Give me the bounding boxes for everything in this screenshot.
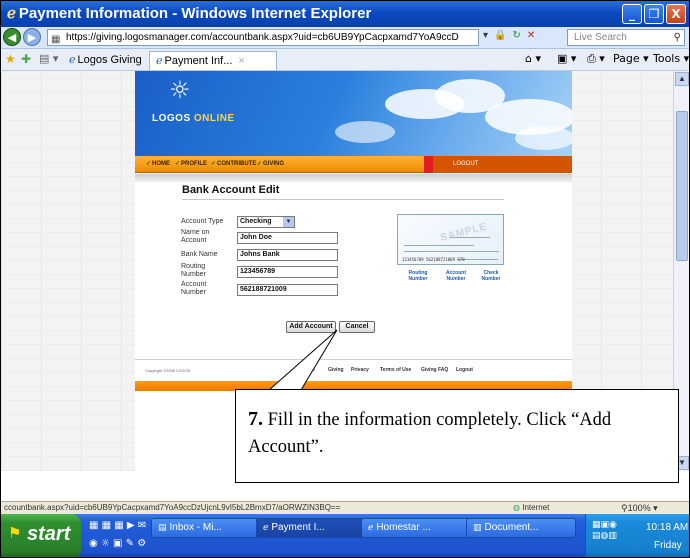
menu-accent — [424, 156, 433, 173]
divider-strip — [135, 174, 572, 182]
window-title: ℯ Payment Information - Windows Internet … — [7, 5, 372, 22]
refresh-icon[interactable]: ↻ — [512, 30, 520, 41]
ie-tab-icon: ℯ — [156, 55, 163, 67]
divider — [182, 199, 504, 200]
check-icon: ✓ — [211, 161, 217, 167]
print-icon[interactable]: ⎙ ▾ — [587, 52, 605, 66]
taskbar: ⚑ start ▦ ▦ ▦ ▶ ✉ ◉ ☼ ▣ ✎ ⚙ ▤ Inbox - Mi.… — [1, 514, 689, 557]
ie-logo-icon: ℯ — [7, 5, 16, 22]
page-icon: ▦ — [51, 34, 61, 45]
close-button[interactable]: X — [666, 4, 686, 24]
tools-menu[interactable]: Tools ▾ — [653, 52, 689, 65]
quick-launch-icons[interactable]: ▦ ▦ ▦ ▶ ✉ — [89, 520, 146, 531]
tab-logos-giving[interactable]: ℯ Logos Giving — [63, 51, 148, 70]
name-on-account-field[interactable]: John Doe — [237, 232, 338, 244]
task-homestar[interactable]: ℯ Homestar ... — [361, 518, 471, 538]
ie-icon: ℯ — [368, 523, 374, 533]
address-bar: ◀ ▶ ▦ https://giving.logosmanager.com/ac… — [1, 27, 689, 49]
scroll-thumb[interactable] — [676, 111, 688, 261]
add-favorites-icon[interactable]: ✚ — [21, 52, 31, 66]
menu-profile[interactable]: ✓PROFILE — [175, 160, 207, 167]
quick-launch-icons-2[interactable]: ◉ ☼ ▣ ✎ ⚙ — [89, 538, 146, 549]
sun-logo-icon: ☼ — [169, 76, 191, 104]
routing-label: Routing Number — [408, 270, 428, 282]
footer-link-giving[interactable]: Giving — [328, 367, 344, 373]
window-title-bar[interactable]: ℯ Payment Information - Windows Internet … — [1, 1, 689, 27]
zoom-control[interactable]: ⚲100% ▾ — [621, 503, 658, 514]
forward-arrow-icon[interactable]: ▶ — [23, 28, 41, 46]
menu-contribute[interactable]: ✓CONTRIBUTE — [211, 160, 256, 167]
bank-name-field[interactable]: Johns Bank — [237, 249, 338, 261]
footer-link-contribute[interactable]: ribute — [301, 367, 315, 373]
site-logo[interactable]: LOGOS ONLINE — [152, 113, 235, 124]
task-document[interactable]: ▥ Document... — [466, 518, 576, 538]
check-icon: ✓ — [257, 161, 263, 167]
footer-link-logout[interactable]: Logout — [456, 367, 473, 373]
check-number-label: Check Number — [481, 270, 501, 282]
tab-close-icon[interactable]: × — [238, 55, 244, 67]
globe-icon: ◍ — [513, 503, 520, 512]
instruction-callout: 7. Fill in the information completely. C… — [235, 389, 679, 483]
status-url: ccountbank.aspx?uid=cb6UB9YpCacpxamd7YoA… — [4, 503, 341, 512]
section-title: Bank Account Edit — [182, 184, 280, 196]
favorites-star-icon[interactable]: ★ — [5, 52, 16, 66]
word-icon: ▥ — [473, 523, 482, 533]
sample-check-image: SAMPLE 123456789 562188721009 678 — [397, 214, 504, 265]
dropdown-arrow-icon[interactable]: ▾ — [483, 30, 488, 41]
site-menu-bar: ✓HOME ✓PROFILE ✓CONTRIBUTE ✓GIVING LOGOU… — [135, 156, 572, 173]
chevron-down-icon[interactable]: ▼ — [283, 217, 294, 227]
security-zone: ◍ Internet — [513, 503, 550, 512]
minimize-button[interactable]: _ — [622, 4, 642, 24]
status-bar: ccountbank.aspx?uid=cb6UB9YpCacpxamd7YoA… — [1, 501, 689, 514]
footer-link-privacy[interactable]: Privacy — [351, 367, 369, 373]
site-banner: ☼ LOGOS ONLINE — [135, 71, 572, 156]
footer-divider — [135, 359, 572, 360]
tab-bar: ★ ✚ ▤ ▾ ℯ Logos Giving ℯ Payment Inf... × ⌂… — [1, 49, 689, 71]
scroll-up-icon[interactable]: ▲ — [675, 72, 689, 86]
cancel-button[interactable]: Cancel — [339, 321, 375, 333]
outlook-icon: ▤ — [158, 523, 167, 533]
copyright-text: Copyright ©2006 LOGOS — [145, 368, 191, 373]
task-inbox[interactable]: ▤ Inbox - Mi... — [151, 518, 261, 538]
back-arrow-icon[interactable]: ◀ — [3, 28, 21, 46]
system-tray: ▦▣◉ ▤◍▥ 10:18 AM Friday — [585, 514, 689, 557]
clock-time: 10:18 AM — [646, 522, 689, 533]
page-menu[interactable]: Page ▾ — [613, 52, 649, 65]
start-button[interactable]: ⚑ start — [1, 514, 81, 557]
search-icon[interactable]: ⚲ — [674, 30, 681, 45]
tray-icons[interactable]: ▦▣◉ ▤◍▥ — [592, 520, 617, 542]
account-type-select[interactable]: Checking ▼ — [237, 216, 295, 228]
screenshot-frame: ℯ Payment Information - Windows Internet … — [0, 0, 690, 558]
ie-icon: ℯ — [263, 523, 269, 533]
task-payment[interactable]: ℯ Payment I... — [256, 518, 366, 538]
check-icon: ✓ — [146, 161, 152, 167]
account-number-field[interactable]: 562188721009 — [237, 284, 338, 296]
zoom-icon: ⚲ — [621, 503, 628, 513]
url-input[interactable]: ▦ https://giving.logosmanager.com/accoun… — [47, 29, 479, 46]
logout-button[interactable]: LOGOUT — [433, 156, 572, 173]
footer-link-faq[interactable]: Giving FAQ — [421, 367, 448, 373]
menu-home[interactable]: ✓HOME — [146, 160, 170, 167]
restore-button[interactable]: ❐ — [644, 4, 664, 24]
instruction-text: 7. Fill in the information completely. C… — [248, 408, 612, 457]
ie-tab-icon: ℯ — [69, 54, 76, 66]
add-account-button[interactable]: Add Account — [286, 321, 336, 333]
routing-number-field[interactable]: 123456789 — [237, 266, 338, 278]
lock-icon[interactable]: 🔒 — [494, 30, 506, 41]
windows-flag-icon: ⚑ — [8, 524, 22, 542]
search-input[interactable]: Live Search ⚲ — [567, 29, 685, 46]
home-icon[interactable]: ⌂ ▾ — [525, 52, 541, 65]
clock-day: Friday — [654, 540, 682, 551]
footer-link-terms[interactable]: Terms of Use — [380, 367, 411, 373]
check-icon: ✓ — [175, 161, 181, 167]
menu-giving[interactable]: ✓GIVING — [257, 160, 284, 167]
stop-icon[interactable]: ✕ — [527, 30, 535, 41]
feeds-icon[interactable]: ▣ ▾ — [557, 52, 576, 65]
account-label: Account Number — [446, 270, 466, 282]
tab-payment-info[interactable]: ℯ Payment Inf... × — [149, 51, 277, 70]
tab-list-icon[interactable]: ▤ ▾ — [39, 52, 58, 65]
